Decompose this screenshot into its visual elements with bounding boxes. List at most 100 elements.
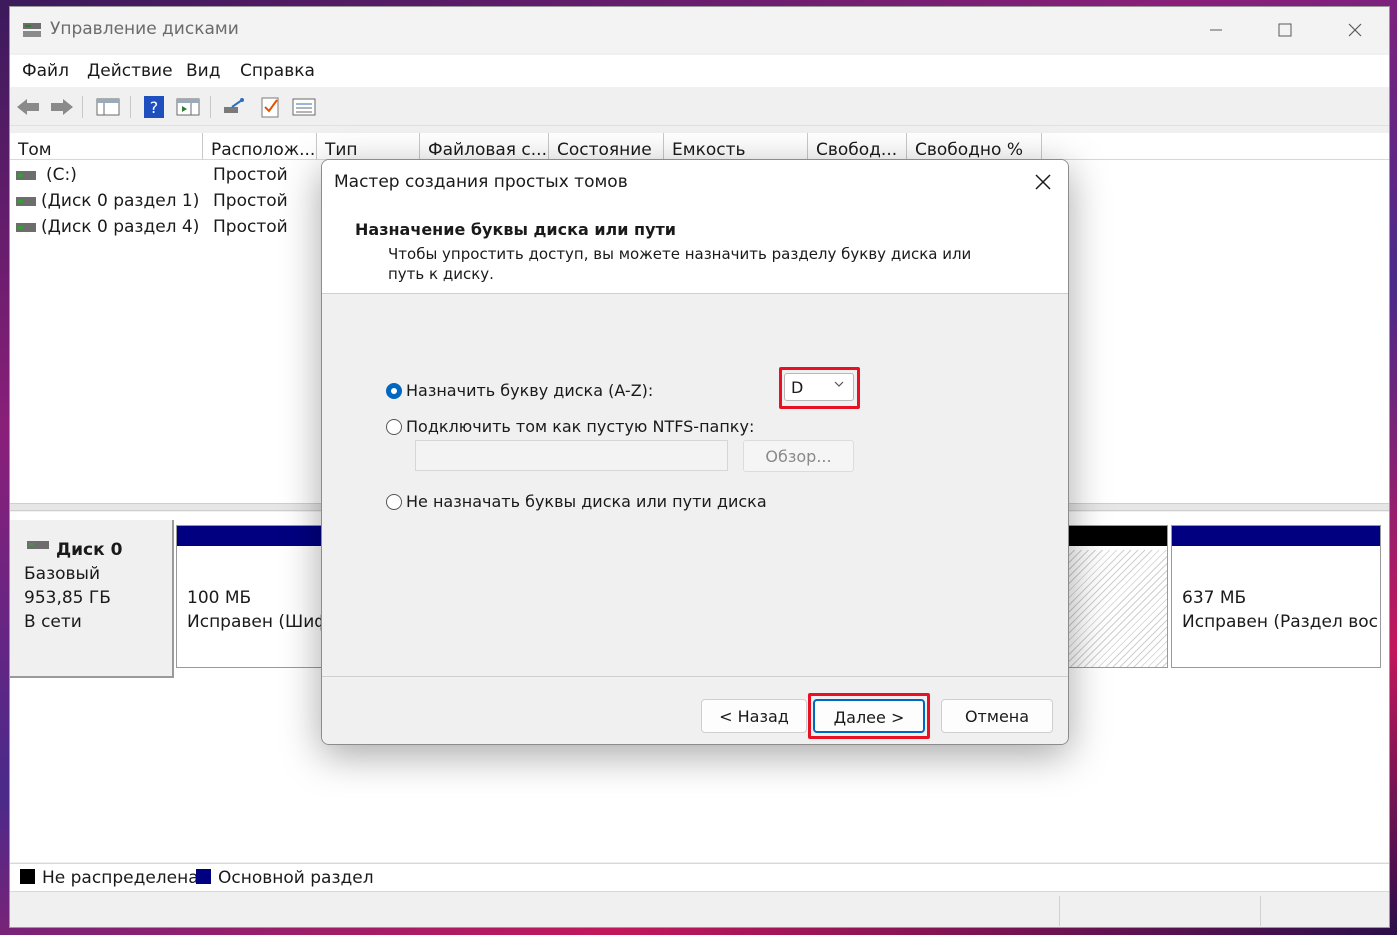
connect-icon — [224, 98, 244, 113]
disk-name: Диск 0 — [56, 540, 123, 560]
legend-unallocated-swatch — [20, 869, 35, 884]
disk-icon — [27, 541, 49, 549]
menu-bar: Файл Действие Вид Справка — [10, 55, 1389, 87]
volume-layout: Простой — [213, 217, 288, 237]
toolbar-separator — [82, 96, 83, 118]
connect-disk-button[interactable] — [220, 93, 248, 121]
back-button[interactable] — [14, 93, 42, 121]
svg-text:?: ? — [150, 98, 159, 117]
menu-view[interactable]: Вид — [186, 61, 220, 81]
partition-size: 637 МБ — [1182, 588, 1247, 608]
status-divider — [1059, 896, 1060, 926]
partition-info: 637 МБ Исправен (Раздел восс — [1182, 586, 1378, 634]
dialog-title-bar: Мастер создания простых томов — [322, 160, 1068, 204]
properties-button[interactable] — [256, 93, 284, 121]
arrow-right-icon — [51, 99, 73, 115]
legend: Не распределена Основной раздел — [10, 863, 1389, 891]
toolbar-separator — [130, 96, 131, 118]
arrow-left-icon — [17, 99, 39, 115]
settings-list-button[interactable] — [290, 93, 318, 121]
volume-name: (C:) — [46, 165, 77, 185]
menu-action[interactable]: Действие — [87, 61, 173, 81]
menu-help[interactable]: Справка — [240, 61, 315, 81]
maximize-icon — [1278, 23, 1292, 37]
highlight-frame — [779, 367, 860, 409]
menu-file[interactable]: Файл — [22, 61, 69, 81]
column-header-type[interactable]: Тип — [317, 133, 420, 160]
disk-management-icon — [23, 23, 41, 37]
list-icon — [292, 98, 316, 116]
wizard-footer: < Назад Далее > Отмена — [322, 676, 1068, 744]
wizard-header: Назначение буквы диска или пути Чтобы уп… — [322, 204, 1068, 294]
column-header-free-percent[interactable]: Свободно % — [907, 133, 1042, 160]
dialog-close-button[interactable] — [1026, 166, 1060, 198]
legend-primary-swatch — [196, 869, 211, 884]
toolbar: ? — [10, 88, 1389, 126]
partition-status: Исправен (Шиф — [187, 612, 329, 632]
minimize-icon — [1210, 29, 1222, 31]
table-row[interactable]: (Диск 0 раздел 1) Простой — [10, 189, 330, 215]
close-button[interactable] — [1332, 15, 1378, 45]
column-header-volume[interactable]: Том — [10, 133, 203, 160]
unallocated-hatch — [1068, 550, 1167, 667]
highlight-frame — [808, 693, 930, 739]
partition-status: Исправен (Раздел восс — [1182, 612, 1378, 632]
back-button[interactable]: < Назад — [701, 699, 807, 733]
assign-letter-radio[interactable] — [386, 383, 402, 399]
partition-size: 100 МБ — [187, 588, 252, 608]
drive-icon — [16, 197, 36, 206]
column-header-free[interactable]: Свобод... — [808, 133, 907, 160]
close-icon — [1035, 174, 1051, 190]
checklist-icon — [261, 97, 279, 118]
volume-layout: Простой — [213, 191, 288, 211]
unallocated-bar — [1068, 526, 1167, 546]
column-header-filesystem[interactable]: Файловая с... — [420, 133, 549, 160]
toolbar-separator — [210, 96, 211, 118]
console-tree-icon — [96, 98, 120, 116]
partition-efi[interactable]: 100 МБ Исправен (Шиф — [176, 525, 329, 668]
disk-size: 953,85 ГБ — [24, 588, 111, 608]
column-header-status[interactable]: Состояние — [549, 133, 664, 160]
volume-name: (Диск 0 раздел 1) — [41, 191, 200, 211]
maximize-button[interactable] — [1262, 15, 1308, 45]
disk-0-label[interactable]: Диск 0 Базовый 953,85 ГБ В сети — [10, 520, 174, 678]
help-button[interactable]: ? — [140, 93, 168, 121]
action-pane-icon — [176, 98, 200, 116]
no-letter-label[interactable]: Не назначать буквы диска или пути диска — [406, 492, 767, 511]
show-console-tree-button[interactable] — [94, 93, 122, 121]
table-row[interactable]: (C:) Простой — [10, 163, 330, 189]
wizard-heading: Назначение буквы диска или пути — [355, 220, 677, 239]
no-letter-radio[interactable] — [386, 494, 402, 510]
window-title: Управление дисками — [50, 19, 239, 39]
folder-path-input — [415, 440, 728, 471]
partition-unallocated[interactable] — [1068, 525, 1168, 668]
disk-status: В сети — [24, 612, 82, 632]
help-icon: ? — [144, 96, 164, 118]
wizard-description: Чтобы упростить доступ, вы можете назнач… — [388, 245, 972, 283]
legend-unallocated-label: Не распределена — [42, 868, 199, 888]
primary-partition-bar — [1172, 526, 1380, 546]
forward-button[interactable] — [48, 93, 76, 121]
drive-icon — [16, 171, 36, 180]
table-row[interactable]: (Диск 0 раздел 4) Простой — [10, 215, 330, 241]
mount-folder-radio[interactable] — [386, 419, 402, 435]
legend-primary-label: Основной раздел — [218, 868, 374, 888]
status-bar — [10, 891, 1389, 927]
disk-type: Базовый — [24, 564, 101, 584]
assign-letter-label[interactable]: Назначить букву диска (A-Z): — [406, 381, 653, 400]
column-header-layout[interactable]: Располож... — [203, 133, 317, 160]
cancel-button[interactable]: Отмена — [941, 699, 1053, 733]
minimize-button[interactable] — [1193, 15, 1239, 45]
mount-folder-label[interactable]: Подключить том как пустую NTFS-папку: — [406, 417, 754, 436]
partition-recovery[interactable]: 637 МБ Исправен (Раздел восс — [1171, 525, 1381, 668]
dialog-title: Мастер создания простых томов — [334, 172, 628, 192]
new-simple-volume-wizard: Мастер создания простых томов Назначение… — [321, 159, 1069, 745]
close-icon — [1348, 23, 1362, 37]
show-action-pane-button[interactable] — [174, 93, 202, 121]
column-header-filler — [1042, 133, 1389, 160]
column-header-capacity[interactable]: Емкость — [664, 133, 808, 160]
primary-partition-bar — [177, 526, 323, 546]
browse-button: Обзор... — [743, 440, 854, 472]
drive-icon — [16, 223, 36, 232]
status-divider — [1260, 896, 1261, 926]
